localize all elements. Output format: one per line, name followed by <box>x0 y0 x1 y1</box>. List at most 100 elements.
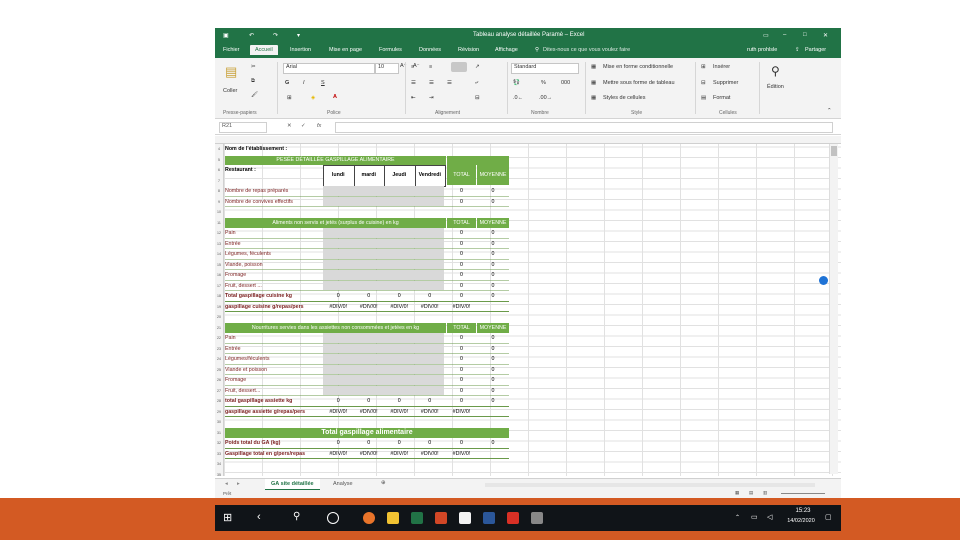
prev-sheet-icon[interactable]: ◂ <box>225 481 228 487</box>
row-number[interactable]: 21 <box>215 326 223 330</box>
merge-center-icon[interactable]: ⊟ <box>475 95 480 101</box>
enter-icon[interactable]: ✓ <box>301 123 306 129</box>
italic-button[interactable]: I <box>303 80 305 86</box>
excel-taskbar-icon[interactable] <box>411 512 423 524</box>
scroll-thumb[interactable] <box>831 146 837 156</box>
volume-icon[interactable]: ◁ <box>767 513 772 521</box>
row-number[interactable]: 27 <box>215 389 223 393</box>
vertical-scrollbar[interactable] <box>829 144 838 474</box>
cancel-icon[interactable]: ✕ <box>287 123 292 129</box>
row-number[interactable]: 19 <box>215 305 223 309</box>
row-number[interactable]: 17 <box>215 284 223 288</box>
app-icon[interactable] <box>531 512 543 524</box>
row-number[interactable]: 34 <box>215 462 223 466</box>
tab-insertion[interactable]: Insertion <box>290 47 311 53</box>
row-number[interactable]: 11 <box>215 221 223 225</box>
add-sheet-icon[interactable]: ⊕ <box>381 480 386 486</box>
format-button[interactable]: Format <box>713 95 730 101</box>
save-icon[interactable]: ▣ <box>223 32 229 39</box>
powerpoint-icon[interactable] <box>435 512 447 524</box>
day-input-area[interactable] <box>323 343 444 353</box>
row-number[interactable]: 14 <box>215 252 223 256</box>
acrobat-icon[interactable] <box>507 512 519 524</box>
tab-donnees[interactable]: Données <box>419 47 441 53</box>
tab-formules[interactable]: Formules <box>379 47 402 53</box>
bold-button[interactable]: G <box>285 80 289 86</box>
align-middle-icon[interactable]: ≡ <box>429 64 432 70</box>
day-input-area[interactable] <box>323 238 444 248</box>
word-icon[interactable] <box>483 512 495 524</box>
row-number[interactable]: 7 <box>215 179 223 183</box>
windows-start-icon[interactable]: ⊞ <box>223 511 232 524</box>
row-number[interactable]: 4 <box>215 147 223 151</box>
thousands-icon[interactable]: 000 <box>561 80 570 86</box>
normal-view-icon[interactable]: ▦ <box>735 490 739 496</box>
user-name[interactable]: ruth prohlsle <box>747 47 777 53</box>
tab-fichier[interactable]: Fichier <box>223 47 240 53</box>
tab-mise-en-page[interactable]: Mise en page <box>329 47 362 53</box>
day-input-area[interactable] <box>323 270 444 280</box>
worksheet-grid[interactable]: 4 5 6 7 8 9 10 11 12 13 14 15 16 17 18 19 20 21 22 23 24 25 26… <box>215 136 841 476</box>
font-name-select[interactable]: Arial <box>283 63 375 74</box>
close-icon[interactable]: ✕ <box>823 32 828 39</box>
undo-icon[interactable]: ↶ <box>249 32 254 39</box>
row-number[interactable]: 25 <box>215 368 223 372</box>
day-input-area[interactable] <box>323 186 444 196</box>
insert-icon[interactable]: ⊞ <box>701 64 706 70</box>
day-input-area[interactable] <box>323 333 444 343</box>
back-icon[interactable]: ‹ <box>257 511 261 523</box>
row-number[interactable]: 22 <box>215 336 223 340</box>
cell-styles-icon[interactable]: ▦ <box>591 95 596 101</box>
day-input-area[interactable] <box>323 364 444 374</box>
row-number[interactable]: 23 <box>215 347 223 351</box>
row-number[interactable]: 16 <box>215 273 223 277</box>
currency-icon[interactable]: 💱 <box>513 80 520 86</box>
tab-accueil[interactable]: Accueil <box>250 45 278 55</box>
cortana-icon[interactable] <box>327 512 339 524</box>
align-right-icon[interactable]: ☰ <box>447 80 452 86</box>
ribbon-display-icon[interactable]: ▭ <box>763 32 769 39</box>
cond-format-button[interactable]: Mise en forme conditionnelle <box>603 64 673 70</box>
orientation-icon[interactable]: ↗ <box>475 64 480 70</box>
day-input-area[interactable] <box>323 375 444 385</box>
row-number[interactable]: 18 <box>215 294 223 298</box>
row-number[interactable]: 33 <box>215 452 223 456</box>
font-color-icon[interactable]: A <box>333 94 337 100</box>
clock-date[interactable]: 14/02/2020 <box>781 518 821 524</box>
table-format-button[interactable]: Mettre sous forme de tableau <box>603 80 675 86</box>
align-top-icon[interactable]: ≡ <box>411 64 414 70</box>
format-painter-icon[interactable]: 🖌 <box>251 92 258 98</box>
customize-icon[interactable]: ▾ <box>297 32 300 39</box>
delete-button[interactable]: Supprimer <box>713 80 738 86</box>
align-bottom-button[interactable] <box>451 62 467 72</box>
sheet-tab-analyse[interactable]: Analyse <box>333 481 353 487</box>
dropbox-icon[interactable] <box>819 276 828 285</box>
day-input-area[interactable] <box>323 385 444 395</box>
row-number[interactable]: 32 <box>215 441 223 445</box>
font-size-select[interactable]: 10 <box>375 63 399 74</box>
editing-search-icon[interactable]: ⚲ <box>771 64 780 78</box>
file-explorer-icon[interactable] <box>387 512 399 524</box>
clock-time[interactable]: 15:23 <box>785 508 821 514</box>
row-number[interactable]: 10 <box>215 210 223 214</box>
page-layout-icon[interactable]: ▤ <box>749 490 753 496</box>
copy-icon[interactable]: ⧉ <box>251 78 255 85</box>
next-sheet-icon[interactable]: ▸ <box>237 481 240 487</box>
row-number[interactable]: 15 <box>215 263 223 267</box>
insert-button[interactable]: Insérer <box>713 64 730 70</box>
wrap-text-icon[interactable]: ⤶ <box>475 80 478 87</box>
row-number[interactable]: 35 <box>215 473 223 477</box>
percent-icon[interactable]: % <box>541 80 546 86</box>
tab-revision[interactable]: Révision <box>458 47 479 53</box>
decrease-decimal-icon[interactable]: .00→ <box>539 95 552 101</box>
row-number[interactable]: 29 <box>215 410 223 414</box>
clipboard-icon[interactable]: ▤ <box>225 64 237 80</box>
search-icon[interactable]: ⚲ <box>293 511 300 522</box>
firefox-icon[interactable] <box>363 512 375 524</box>
notifications-icon[interactable]: ▢ <box>825 513 832 521</box>
name-box[interactable]: R21 <box>219 122 267 133</box>
collapse-ribbon-icon[interactable]: ⌃ <box>827 108 832 114</box>
cut-icon[interactable]: ✂ <box>251 64 256 70</box>
fx-button[interactable]: fx <box>317 123 321 129</box>
share-button[interactable]: Partager <box>805 47 826 53</box>
